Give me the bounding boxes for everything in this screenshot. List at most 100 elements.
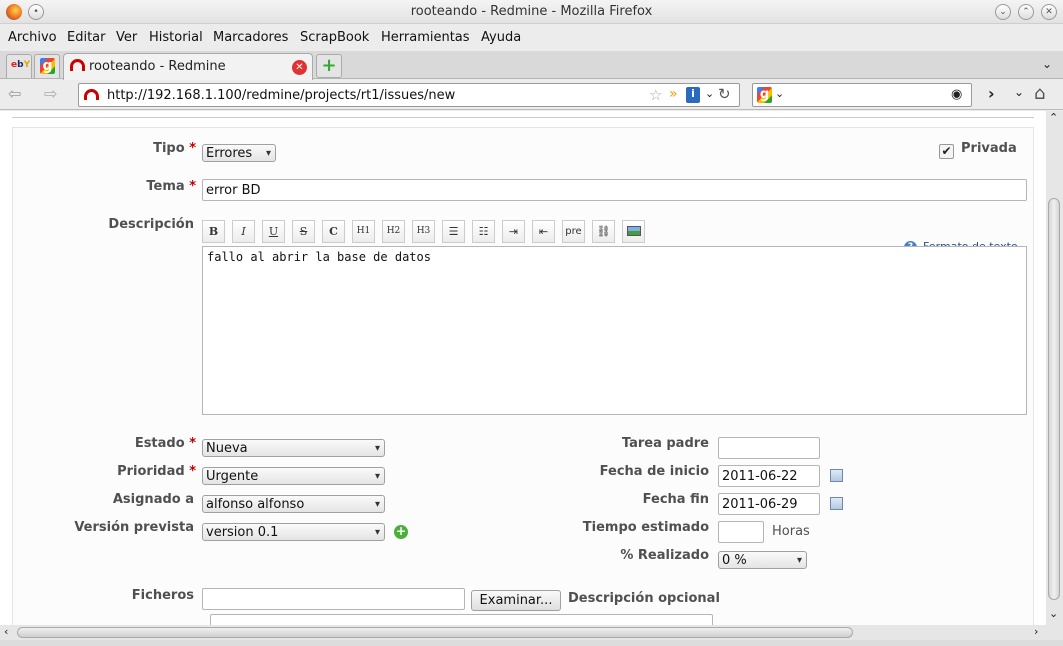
asignado-select[interactable]: alfonso alfonso ▾ <box>202 495 385 513</box>
menu-scrapbook[interactable]: ScrapBook <box>300 30 369 45</box>
back-icon[interactable]: ⇦ <box>8 84 21 103</box>
menu-marcadores[interactable]: Marcadores <box>213 30 288 45</box>
image-icon[interactable] <box>622 220 645 243</box>
ordered-list-icon[interactable]: ☷ <box>472 220 495 243</box>
scroll-corner <box>1046 625 1063 640</box>
url-bar[interactable]: http://192.168.1.100/redmine/projects/rt… <box>78 83 740 107</box>
tab-pinned-google[interactable]: g <box>34 54 60 78</box>
scroll-down-icon[interactable]: ⌄ <box>1049 607 1058 620</box>
info-icon[interactable]: i <box>686 87 700 103</box>
realizado-select[interactable]: 0 % ▾ <box>718 551 807 569</box>
new-tab-button[interactable]: + <box>316 54 342 78</box>
menu-historial[interactable]: Historial <box>149 30 203 45</box>
tiempo-estimado-label: Tiempo estimado <box>582 520 709 535</box>
feed-icon[interactable]: » <box>669 86 678 102</box>
tarea-padre-input[interactable] <box>718 437 820 459</box>
menu-herramientas[interactable]: Herramientas <box>381 30 470 45</box>
google-icon: g <box>40 58 55 74</box>
h3-button[interactable]: H3 <box>412 220 435 243</box>
binoculars-icon[interactable]: ◉ <box>951 87 962 102</box>
file-path-input[interactable] <box>202 588 465 610</box>
calendar-icon[interactable] <box>830 469 843 482</box>
bold-button[interactable]: B <box>202 220 225 243</box>
outdent-icon[interactable]: ⇤ <box>532 220 555 243</box>
home-icon[interactable]: ⌂ <box>1034 83 1045 104</box>
close-window-icon[interactable]: ✕ <box>1041 4 1057 20</box>
reload-icon[interactable]: ↻ <box>718 85 731 103</box>
prioridad-select[interactable]: Urgente ▾ <box>202 467 385 485</box>
menu-editar[interactable]: Editar <box>67 30 106 45</box>
italic-button[interactable]: I <box>232 220 255 243</box>
required-mark: * <box>189 464 196 479</box>
scroll-right-icon[interactable]: › <box>1034 625 1038 638</box>
menu-ayuda[interactable]: Ayuda <box>481 30 521 45</box>
maximize-icon[interactable]: ⌃ <box>1018 4 1034 20</box>
search-engine-icon[interactable]: g <box>757 87 772 103</box>
descripcion-opcional-label: Descripción opcional <box>568 591 720 606</box>
window-titlebar: • rooteando - Redmine - Mozilla Firefox … <box>0 0 1063 24</box>
link-icon[interactable]: ⛓ <box>592 220 615 243</box>
file-description-input[interactable] <box>210 614 713 625</box>
vertical-scroll-thumb[interactable] <box>1048 198 1060 600</box>
code-button[interactable]: C <box>322 220 345 243</box>
close-tab-icon[interactable]: ✕ <box>292 60 307 75</box>
tema-label-text: Tema <box>146 179 185 194</box>
tema-label: Tema * <box>73 179 196 194</box>
bookmark-star-icon[interactable]: ☆ <box>649 86 662 104</box>
dropdown-arrow-icon: ▾ <box>796 555 802 566</box>
pre-button[interactable]: pre <box>562 220 585 243</box>
scroll-up-icon[interactable]: ⌃ <box>1049 111 1058 124</box>
menu-ver[interactable]: Ver <box>116 30 137 45</box>
strike-button[interactable]: S <box>292 220 315 243</box>
tema-input[interactable]: error BD <box>202 179 1027 201</box>
add-version-icon[interactable]: + <box>394 525 408 539</box>
search-engine-dropdown-icon[interactable]: ⌄ <box>775 87 784 100</box>
search-bar[interactable]: g ⌄ ◉ <box>752 83 972 107</box>
examinar-button[interactable]: Examinar... <box>471 590 561 611</box>
prioridad-select-value: Urgente <box>206 469 259 484</box>
tab-redmine[interactable]: rooteando - Redmine ✕ <box>63 53 313 80</box>
chevron-right-icon[interactable]: › <box>988 84 995 103</box>
descripcion-textarea[interactable]: fallo al abrir la base de datos <box>202 246 1027 415</box>
fecha-inicio-input[interactable]: 2011-06-22 <box>718 465 820 487</box>
tab-label: rooteando - Redmine <box>89 59 226 74</box>
tipo-label-text: Tipo <box>153 141 185 156</box>
image-glyph <box>626 226 641 236</box>
url-text: http://192.168.1.100/redmine/projects/rt… <box>107 88 456 103</box>
horizontal-scroll-thumb[interactable] <box>17 627 853 638</box>
history-dropdown-icon[interactable]: ⌄ <box>705 87 714 100</box>
tab-list-icon[interactable]: ⌄ <box>1042 57 1052 71</box>
dropdown-arrow-icon: ▾ <box>374 527 380 538</box>
menu-archivo[interactable]: Archivo <box>8 30 57 45</box>
required-mark: * <box>189 179 196 194</box>
fecha-inicio-label: Fecha de inicio <box>599 464 709 479</box>
asignado-select-value: alfonso alfonso <box>206 497 305 512</box>
underline-button[interactable]: U <box>262 220 285 243</box>
privada-checkbox[interactable]: ✔ <box>939 144 954 159</box>
menu-bar: Archivo Editar Ver Historial Marcadores … <box>0 25 1063 50</box>
tiempo-estimado-input[interactable] <box>718 521 764 543</box>
issue-form: Tipo * Errores ▾ ✔ Privada Tema * error B… <box>12 127 1034 625</box>
minimize-icon[interactable]: ⌄ <box>995 4 1011 20</box>
tab-pinned-ebay[interactable]: ebY <box>6 54 32 78</box>
forward-icon[interactable]: ⇨ <box>44 84 57 103</box>
tipo-label: Tipo * <box>73 141 196 156</box>
h2-button[interactable]: H2 <box>382 220 405 243</box>
calendar-icon[interactable] <box>830 497 843 510</box>
redmine-icon <box>70 59 85 71</box>
scroll-left-icon[interactable]: ‹ <box>4 625 8 638</box>
h1-button[interactable]: H1 <box>352 220 375 243</box>
tipo-select[interactable]: Errores ▾ <box>202 144 276 162</box>
unordered-list-icon[interactable]: ☰ <box>442 220 465 243</box>
version-select[interactable]: version 0.1 ▾ <box>202 523 385 541</box>
fecha-fin-input[interactable]: 2011-06-29 <box>718 493 820 515</box>
window-title: rooteando - Redmine - Mozilla Firefox <box>410 4 653 19</box>
chevron-down-icon[interactable]: ⌄ <box>1014 85 1024 99</box>
version-label: Versión prevista <box>74 520 194 535</box>
estado-select[interactable]: Nueva ▾ <box>202 439 385 457</box>
ficheros-label: Ficheros <box>131 588 194 603</box>
tarea-padre-label: Tarea padre <box>621 436 709 451</box>
prioridad-label: Prioridad * <box>33 464 196 479</box>
indent-icon[interactable]: ⇥ <box>502 220 525 243</box>
navigation-bar: ⇦ ⇨ http://192.168.1.100/redmine/project… <box>0 80 1063 110</box>
